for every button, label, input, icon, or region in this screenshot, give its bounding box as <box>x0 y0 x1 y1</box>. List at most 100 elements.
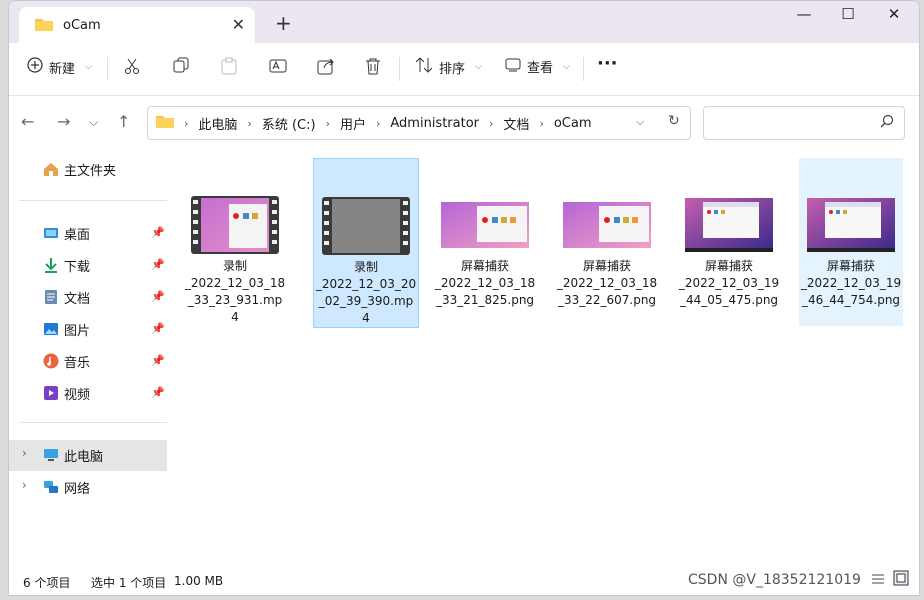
pin-icon[interactable]: 📌 <box>151 258 165 271</box>
desktop-icon <box>43 225 59 241</box>
delete-icon[interactable] <box>365 57 381 75</box>
cut-icon[interactable] <box>123 57 141 75</box>
sidebar-item-label: 图片 <box>64 324 91 339</box>
pin-icon[interactable]: 📌 <box>151 354 165 367</box>
home-icon <box>43 161 59 177</box>
pin-icon[interactable]: 📌 <box>151 290 165 303</box>
selected-size: 1.00 MB <box>174 574 224 588</box>
toolbar-divider <box>399 57 400 81</box>
sort-button[interactable]: 排序 ⌵ <box>415 57 482 77</box>
sidebar-item-label: 桌面 <box>64 228 91 243</box>
folder-icon <box>156 114 174 132</box>
breadcrumb-documents[interactable]: 文档 <box>503 114 529 133</box>
sidebar-item-documents[interactable]: 文档 📌 <box>9 282 167 312</box>
forward-arrow-icon[interactable]: → <box>57 112 70 131</box>
sidebar-item-label: 主文件夹 <box>64 164 117 179</box>
address-bar[interactable]: › 此电脑 › 系统 (C:) › 用户 › Administrator › 文… <box>147 106 691 140</box>
up-arrow-icon[interactable]: ↑ <box>117 112 130 131</box>
explorer-window: oCam ✕ + — ☐ ✕ 新建 ⌵ 排序 ⌵ 查看 ⌵ ··· ← → ⌵ … <box>8 0 920 596</box>
sidebar-item-downloads[interactable]: 下载 📌 <box>9 250 167 280</box>
new-button[interactable]: 新建 ⌵ <box>27 57 92 77</box>
sidebar-item-pictures[interactable]: 图片 📌 <box>9 314 167 344</box>
pin-icon[interactable]: 📌 <box>151 226 165 239</box>
file-item-selected[interactable]: 录制 _2022_12_03_20 _02_39_390.mp 4 <box>313 158 419 328</box>
search-icon <box>880 114 894 131</box>
folder-icon <box>35 17 53 34</box>
image-thumbnail-icon <box>807 198 895 252</box>
chevron-right-icon[interactable]: › <box>22 446 27 460</box>
toolbar-divider <box>583 57 584 81</box>
rename-icon[interactable] <box>269 57 287 75</box>
breadcrumb-ocam[interactable]: oCam <box>554 116 592 131</box>
chevron-down-icon: ⌵ <box>563 61 570 72</box>
breadcrumb-c-drive[interactable]: 系统 (C:) <box>262 114 316 133</box>
navigation-bar: ← → ⌵ ↑ › 此电脑 › 系统 (C:) › 用户 › Administr… <box>9 96 919 152</box>
image-thumbnail-icon <box>441 202 529 248</box>
tiles-view-icon[interactable] <box>893 570 909 589</box>
pin-icon[interactable]: 📌 <box>151 386 165 399</box>
sidebar-item-this-pc[interactable]: › 此电脑 <box>9 440 167 471</box>
file-name: 录制 _2022_12_03_20 _02_39_390.mp 4 <box>315 260 417 325</box>
paste-icon[interactable] <box>221 57 237 75</box>
search-box[interactable] <box>703 106 905 140</box>
selected-count: 选中 1 个项目 <box>91 576 167 590</box>
sidebar-item-desktop[interactable]: 桌面 📌 <box>9 218 167 248</box>
videos-icon <box>43 385 59 401</box>
details-view-icon[interactable] <box>871 572 885 589</box>
chevron-down-icon: ⌵ <box>85 62 92 72</box>
title-bar: oCam ✕ + — ☐ ✕ <box>9 1 919 43</box>
view-icon <box>505 58 521 76</box>
sidebar-item-videos[interactable]: 视频 📌 <box>9 378 167 408</box>
breadcrumb-separator: › <box>539 116 544 130</box>
pin-icon[interactable]: 📌 <box>151 322 165 335</box>
new-label: 新建 <box>49 61 76 77</box>
file-name: 录制 _2022_12_03_18 _33_23_931.mp 4 <box>184 259 286 324</box>
image-thumbnail-icon <box>685 198 773 252</box>
sidebar-item-home[interactable]: 主文件夹 <box>9 154 167 184</box>
maximize-button[interactable]: ☐ <box>833 5 863 23</box>
close-window-button[interactable]: ✕ <box>879 5 909 23</box>
breadcrumb-administrator[interactable]: Administrator <box>390 116 479 131</box>
view-button[interactable]: 查看 ⌵ <box>505 57 570 76</box>
file-item[interactable]: 录制 _2022_12_03_18 _33_23_931.mp 4 <box>183 158 287 326</box>
computer-icon <box>43 447 59 463</box>
plus-circle-icon <box>27 57 43 77</box>
view-label: 查看 <box>527 61 554 76</box>
file-item[interactable]: 屏幕捕获 _2022_12_03_18 _33_21_825.png <box>433 158 537 326</box>
more-options-button[interactable]: ··· <box>597 53 618 74</box>
item-count: 6 个项目 <box>23 576 71 590</box>
share-icon[interactable] <box>317 57 335 75</box>
new-tab-button[interactable]: + <box>275 11 292 35</box>
back-arrow-icon[interactable]: ← <box>21 112 34 131</box>
breadcrumb-users[interactable]: 用户 <box>340 114 366 133</box>
video-thumbnail-icon <box>322 197 410 255</box>
minimize-button[interactable]: — <box>789 5 819 23</box>
close-tab-button[interactable]: ✕ <box>232 15 245 34</box>
breadcrumb-separator: › <box>247 116 252 130</box>
address-dropdown-icon[interactable]: ⌵ <box>636 115 644 129</box>
tab-ocam[interactable]: oCam ✕ <box>19 7 255 43</box>
breadcrumb-separator: › <box>184 116 189 130</box>
file-item[interactable]: 屏幕捕获 _2022_12_03_18 _33_22_607.png <box>555 158 659 326</box>
sort-label: 排序 <box>439 61 466 77</box>
network-icon <box>43 479 59 495</box>
file-item[interactable]: 屏幕捕获 _2022_12_03_19 _46_44_754.png <box>799 158 903 326</box>
pictures-icon <box>43 321 59 337</box>
sidebar-divider <box>19 200 167 201</box>
watermark: CSDN @V_18352121019 <box>688 572 861 588</box>
recent-chevron-icon[interactable]: ⌵ <box>89 115 98 130</box>
file-name: 屏幕捕获 _2022_12_03_19 _44_05_475.png <box>678 259 780 307</box>
breadcrumb-separator: › <box>375 116 381 130</box>
breadcrumb-separator: › <box>489 116 494 130</box>
refresh-icon[interactable]: ↻ <box>668 113 680 129</box>
breadcrumb-separator: › <box>325 116 330 130</box>
file-name: 屏幕捕获 _2022_12_03_18 _33_22_607.png <box>556 259 658 307</box>
file-item[interactable]: 屏幕捕获 _2022_12_03_19 _44_05_475.png <box>677 158 781 326</box>
copy-icon[interactable] <box>173 57 189 73</box>
sidebar-item-music[interactable]: 音乐 📌 <box>9 346 167 376</box>
sidebar-item-label: 视频 <box>64 388 91 403</box>
breadcrumb-this-pc[interactable]: 此电脑 <box>198 114 237 133</box>
chevron-right-icon[interactable]: › <box>22 478 27 492</box>
sidebar-item-network[interactable]: › 网络 <box>9 472 167 502</box>
sidebar-item-label: 此电脑 <box>64 450 104 465</box>
